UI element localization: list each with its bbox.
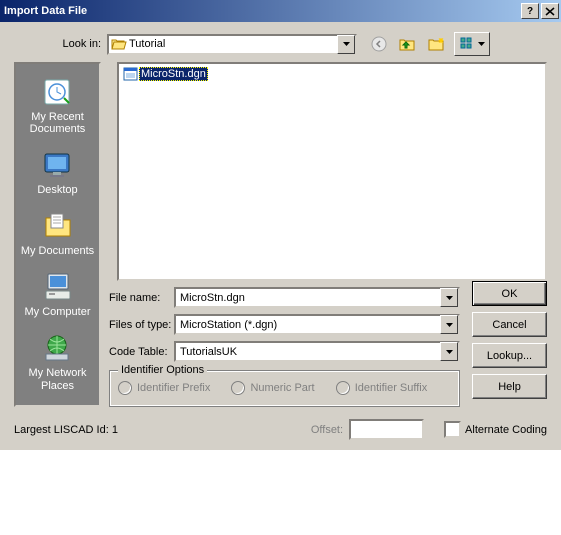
file-name: MicroStn.dgn xyxy=(139,67,208,81)
offset-label: Offset: xyxy=(311,424,343,436)
radio-label: Identifier Suffix xyxy=(355,382,428,394)
help-button[interactable]: Help xyxy=(472,374,547,399)
radio-prefix[interactable]: Identifier Prefix xyxy=(118,381,210,395)
lookin-combo[interactable]: Tutorial xyxy=(107,34,357,55)
cancel-button[interactable]: Cancel xyxy=(472,312,547,337)
place-label: My Network Places xyxy=(18,367,98,391)
file-item[interactable]: MicroStn.dgn xyxy=(121,66,210,82)
folder-new-icon xyxy=(428,36,446,52)
folder-up-icon xyxy=(399,36,417,52)
back-button[interactable] xyxy=(367,33,390,55)
radio-suffix[interactable]: Identifier Suffix xyxy=(336,381,428,395)
altcoding-label: Alternate Coding xyxy=(465,424,547,436)
identifier-options-group: Identifier Options Identifier Prefix Num… xyxy=(109,370,460,407)
new-folder-button[interactable] xyxy=(425,33,448,55)
titlebar: Import Data File ? xyxy=(0,0,561,22)
lookin-value: Tutorial xyxy=(127,38,337,50)
group-legend: Identifier Options xyxy=(118,364,207,376)
filetype-label: Files of type: xyxy=(109,319,174,331)
radio-icon xyxy=(231,381,245,395)
mydocs-icon xyxy=(42,210,74,242)
up-button[interactable] xyxy=(396,33,419,55)
file-icon xyxy=(123,67,139,81)
place-label: Desktop xyxy=(37,184,77,196)
lookup-button[interactable]: Lookup... xyxy=(472,343,547,368)
place-network[interactable]: My Network Places xyxy=(18,328,98,397)
dropdown-arrow-icon[interactable] xyxy=(337,35,355,54)
places-bar: My Recent Documents Desktop My Documents… xyxy=(14,62,101,407)
codetable-combo[interactable]: TutorialsUK xyxy=(174,341,460,362)
recent-icon xyxy=(42,76,74,108)
views-button[interactable] xyxy=(454,32,490,56)
dropdown-arrow-icon[interactable] xyxy=(440,342,458,361)
close-button[interactable] xyxy=(541,3,559,19)
desktop-icon xyxy=(42,149,74,181)
filename-combo[interactable]: MicroStn.dgn xyxy=(174,287,460,308)
offset-input[interactable] xyxy=(349,419,424,440)
computer-icon xyxy=(42,271,74,303)
radio-numeric[interactable]: Numeric Part xyxy=(231,381,314,395)
altcoding-checkbox[interactable] xyxy=(444,421,461,438)
dropdown-arrow-icon[interactable] xyxy=(440,288,458,307)
radio-label: Identifier Prefix xyxy=(137,382,210,394)
chevron-down-icon xyxy=(478,42,485,46)
filename-value: MicroStn.dgn xyxy=(178,292,440,304)
filename-label: File name: xyxy=(109,292,174,304)
codetable-label: Code Table: xyxy=(109,346,174,358)
place-label: My Recent Documents xyxy=(18,111,98,135)
radio-label: Numeric Part xyxy=(250,382,314,394)
help-button[interactable]: ? xyxy=(521,3,539,19)
dropdown-arrow-icon[interactable] xyxy=(440,315,458,334)
window-title: Import Data File xyxy=(4,5,87,17)
place-label: My Documents xyxy=(21,245,94,257)
place-mycomputer[interactable]: My Computer xyxy=(18,267,98,324)
folder-open-icon xyxy=(111,37,127,51)
filetype-combo[interactable]: MicroStation (*.dgn) xyxy=(174,314,460,335)
codetable-value: TutorialsUK xyxy=(178,346,440,358)
file-list[interactable]: MicroStn.dgn xyxy=(117,62,547,281)
place-recent[interactable]: My Recent Documents xyxy=(18,72,98,141)
ok-button[interactable]: OK xyxy=(472,281,547,306)
views-icon xyxy=(460,37,476,51)
back-icon xyxy=(371,36,387,52)
network-icon xyxy=(42,332,74,364)
place-mydocs[interactable]: My Documents xyxy=(18,206,98,263)
radio-icon xyxy=(336,381,350,395)
filetype-value: MicroStation (*.dgn) xyxy=(178,319,440,331)
status-liscad-id: Largest LISCAD Id: 1 xyxy=(14,424,118,436)
lookin-label: Look in: xyxy=(14,38,107,50)
radio-icon xyxy=(118,381,132,395)
place-label: My Computer xyxy=(24,306,90,318)
place-desktop[interactable]: Desktop xyxy=(18,145,98,202)
